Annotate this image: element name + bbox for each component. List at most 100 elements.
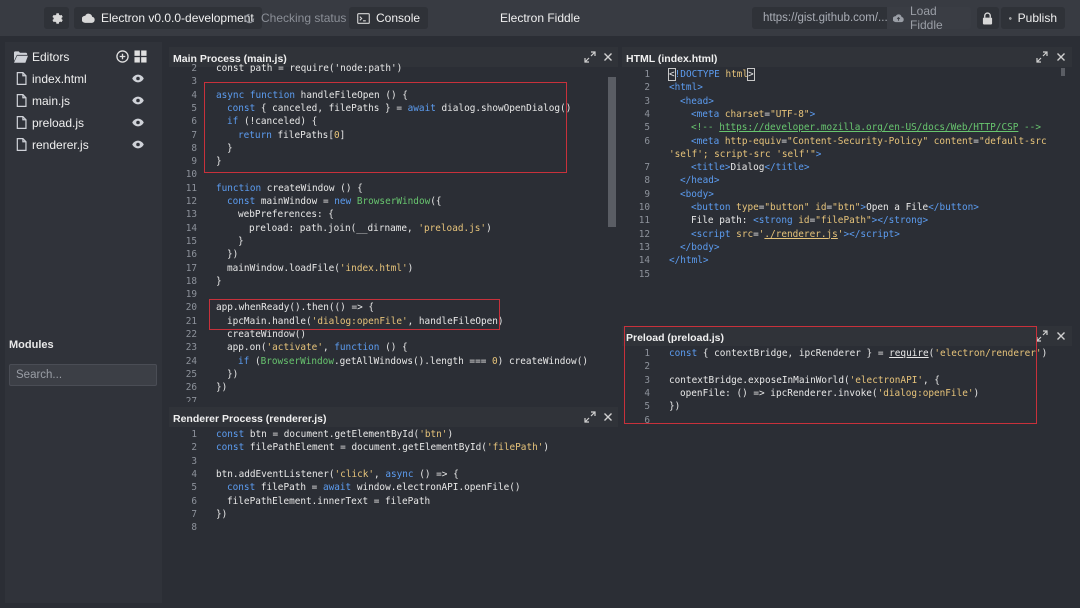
file-name: index.html: [32, 72, 87, 86]
code-editor-renderer[interactable]: 1 const btn = document.getElementById('b…: [169, 429, 609, 599]
code-line: <meta charset="UTF-8">: [691, 108, 816, 120]
file-icon: [16, 138, 27, 151]
eye-icon[interactable]: [132, 118, 144, 127]
line-number: 15: [185, 235, 197, 247]
modules-search-input[interactable]: [9, 364, 157, 386]
line-number: 15: [638, 268, 650, 280]
line-number: 8: [644, 175, 650, 187]
line-number: 18: [185, 275, 197, 287]
console-icon: [357, 12, 370, 24]
renderer-process-panel: Renderer Process (renderer.js) 1 const b…: [169, 407, 618, 603]
code-line: File path: <strong id="filePath"></stron…: [691, 215, 929, 227]
eye-icon[interactable]: [132, 140, 144, 149]
upload-circle-icon: [1009, 16, 1012, 20]
line-number: 26: [185, 382, 197, 394]
sidebar-item-index-html[interactable]: index.html: [5, 68, 162, 90]
add-circle-icon[interactable]: [116, 50, 129, 63]
highlight-box: [209, 299, 500, 330]
code-line: }: [216, 275, 222, 287]
code-line: const filePathElement = document.getElem…: [216, 442, 550, 454]
code-line: }): [216, 508, 228, 520]
line-number: 12: [185, 196, 197, 207]
sidebar-item-renderer-js[interactable]: renderer.js: [5, 134, 162, 156]
code-line: <button type="button" id="btn">Open a Fi…: [691, 202, 979, 213]
eye-icon[interactable]: [132, 96, 144, 105]
sidebar-item-main-js[interactable]: main.js: [5, 90, 162, 112]
line-number: 4: [191, 468, 197, 480]
scrollbar[interactable]: [608, 77, 616, 227]
code-line: const path = require('node:path'): [216, 63, 403, 74]
expand-icon[interactable]: [584, 411, 596, 423]
code-line: </body>: [680, 241, 720, 253]
line-number: 5: [644, 122, 650, 134]
code-line: <!DOCTYPE html>: [668, 68, 755, 81]
private-toggle-button[interactable]: [977, 7, 999, 29]
gist-url-input[interactable]: https://gist.github.com/...: [752, 7, 887, 29]
file-name: renderer.js: [32, 138, 89, 152]
line-number: 8: [191, 142, 197, 154]
version-label: Electron v0.0.0-development: [101, 11, 254, 25]
code-line: <html>: [669, 82, 703, 94]
load-fiddle-label: Load Fiddle: [909, 4, 943, 32]
main-process-panel: Main Process (main.js) 2 const path = re…: [169, 47, 618, 402]
close-icon[interactable]: [602, 411, 614, 423]
expand-icon[interactable]: [584, 51, 596, 63]
panel-title: Renderer Process (renderer.js): [173, 413, 327, 425]
line-number: 19: [185, 289, 197, 301]
file-icon: [16, 94, 27, 107]
code-line: </head>: [680, 175, 720, 187]
line-number: 11: [185, 182, 197, 194]
code-editor-html[interactable]: 1 <!DOCTYPE html> 2 <html> 3 <head> 4 <m…: [622, 68, 1058, 319]
folder-open-icon: [14, 51, 28, 63]
line-number: 6: [191, 116, 197, 128]
status-button[interactable]: Checking status: [236, 7, 354, 29]
code-line: <head>: [680, 95, 714, 107]
top-toolbar: Electron v0.0.0-development Checking sta…: [0, 0, 1080, 36]
scrollbar[interactable]: [1061, 68, 1065, 76]
version-button[interactable]: Electron v0.0.0-development: [74, 7, 262, 29]
line-number: 12: [638, 228, 650, 240]
code-line: <!-- https://developer.mozilla.org/en-US…: [691, 122, 1041, 134]
line-number: 20: [185, 302, 197, 314]
line-number: 1: [644, 69, 650, 80]
code-line: const filePath = await window.electronAP…: [227, 482, 521, 494]
file-name: preload.js: [32, 116, 85, 130]
line-number: 1: [191, 429, 197, 440]
code-line: webPreferences: {: [238, 209, 334, 221]
sidebar-item-preload-js[interactable]: preload.js: [5, 112, 162, 134]
load-fiddle-button[interactable]: Load Fiddle: [887, 4, 971, 32]
line-number: 22: [185, 329, 197, 340]
line-number: 11: [638, 215, 650, 227]
settings-button[interactable]: [44, 7, 69, 29]
code-line: createWindow(): [227, 329, 307, 340]
cloud-upload-icon: [893, 14, 904, 23]
line-number: 27: [185, 395, 197, 403]
close-icon[interactable]: [602, 51, 614, 63]
highlight-box: [204, 82, 567, 173]
eye-icon[interactable]: [132, 74, 144, 83]
line-number: 8: [191, 522, 197, 534]
line-number: 13: [638, 241, 650, 253]
close-icon[interactable]: [1055, 330, 1067, 342]
panel-header: Renderer Process (renderer.js): [169, 407, 618, 427]
modules-label: Modules: [9, 339, 54, 351]
line-number: 23: [185, 342, 197, 354]
line-number: 13: [185, 209, 197, 221]
code-line: }: [238, 235, 244, 247]
expand-icon[interactable]: [1036, 51, 1048, 63]
code-line: if (BrowserWindow.getAllWindows().length…: [238, 355, 588, 367]
line-number: 16: [185, 249, 197, 261]
close-icon[interactable]: [1055, 51, 1067, 63]
line-number: 14: [638, 255, 650, 267]
code-line: function createWindow () {: [216, 182, 363, 194]
line-number: 5: [191, 102, 197, 114]
line-number: 10: [638, 202, 650, 213]
expand-icon[interactable]: [1036, 330, 1048, 342]
line-number: 6: [191, 495, 197, 507]
console-button[interactable]: Console: [349, 7, 429, 29]
publish-button[interactable]: Publish: [1001, 7, 1065, 29]
grid-layout-icon[interactable]: [134, 50, 147, 63]
code-line: <script src='./renderer.js'></script>: [691, 228, 900, 240]
line-number: 14: [185, 222, 197, 234]
file-icon: [16, 116, 27, 129]
